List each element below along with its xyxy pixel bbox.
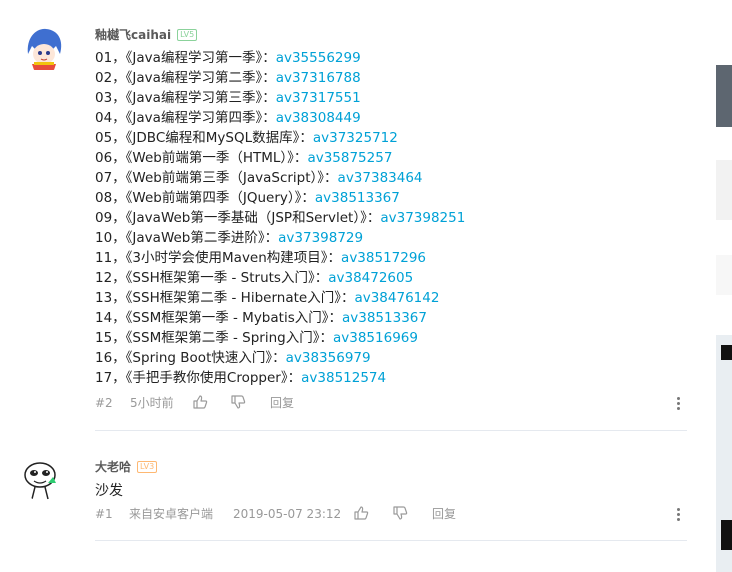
comment-line-text: 05，《JDBC编程和MySQL数据库》： <box>95 130 313 146</box>
comment-line: 11，《3小时学会使用Maven构建项目》：av38517296 <box>95 248 465 268</box>
comment-line: 14，《SSM框架第一季 - Mybatis入门》：av38513367 <box>95 308 465 328</box>
avatar[interactable] <box>20 24 68 72</box>
comment-line-text: 01，《Java编程学习第一季》： <box>95 50 276 66</box>
comment-info: #2 5小时前 回复 <box>95 395 695 411</box>
comment-line-text: 10，《JavaWeb第二季进阶》： <box>95 230 279 246</box>
comment-line-text: 11，《3小时学会使用Maven构建项目》： <box>95 250 342 266</box>
reply-button[interactable]: 回复 <box>270 395 294 411</box>
comment-line-text: 14，《SSM框架第一季 - Mybatis入门》： <box>95 310 342 326</box>
comment-line: 01，《Java编程学习第一季》：av35556299 <box>95 48 465 68</box>
comment-time: 5小时前 <box>130 396 174 410</box>
comment-line: 15，《SSM框架第二季 - Spring入门》：av38516969 <box>95 328 465 348</box>
comment-line: 17，《手把手教你使用Cropper》：av38512574 <box>95 368 465 388</box>
video-link[interactable]: av38516969 <box>333 330 418 346</box>
comment-line-text: 07，《Web前端第三季（JavaScript）》： <box>95 170 338 186</box>
username[interactable]: 大老哈 LV3 <box>95 458 158 475</box>
video-link[interactable]: av37398251 <box>380 210 465 226</box>
sidebar-video-dark <box>721 345 732 360</box>
comment-line: 09，《JavaWeb第一季基础（JSP和Servlet）》：av3739825… <box>95 208 465 228</box>
comment-line: 10，《JavaWeb第二季进阶》：av37398729 <box>95 228 465 248</box>
comment-line: 12，《SSH框架第一季 - Struts入门》：av38472605 <box>95 268 465 288</box>
floor-number: #2 <box>95 396 113 410</box>
video-link[interactable]: av37325712 <box>313 130 398 146</box>
reply-button[interactable]: 回复 <box>432 506 456 522</box>
comment-line: 04，《Java编程学习第四季》：av38308449 <box>95 108 465 128</box>
divider <box>95 430 687 431</box>
comment-line-text: 17，《手把手教你使用Cropper》： <box>95 370 302 386</box>
video-link[interactable]: av38308449 <box>276 110 361 126</box>
comment-line-text: 03，《Java编程学习第三季》： <box>95 90 276 106</box>
comment-info: #1 来自安卓客户端 2019-05-07 23:12 回复 <box>95 506 695 522</box>
floor-number: #1 <box>95 507 113 521</box>
comment-line-text: 16，《Spring Boot快速入门》： <box>95 350 286 366</box>
video-link[interactable]: av38472605 <box>328 270 413 286</box>
video-link[interactable]: av35556299 <box>276 50 361 66</box>
video-link[interactable]: av37317551 <box>276 90 361 106</box>
video-link[interactable]: av38517296 <box>341 250 426 266</box>
thumbs-up-icon[interactable] <box>192 394 208 410</box>
comment-text: 沙发 <box>95 483 123 499</box>
video-link[interactable]: av37398729 <box>278 230 363 246</box>
username-text[interactable]: 釉樾飞caihai <box>95 26 171 43</box>
thumbs-up-icon[interactable] <box>353 505 369 521</box>
comment-line: 05，《JDBC编程和MySQL数据库》：av37325712 <box>95 128 465 148</box>
thumbs-down-icon[interactable] <box>230 394 246 410</box>
video-link[interactable]: av38513367 <box>342 310 427 326</box>
video-link[interactable]: av38512574 <box>301 370 386 386</box>
comment-line-text: 04，《Java编程学习第四季》： <box>95 110 276 126</box>
comment-line: 13，《SSH框架第二季 - Hibernate入门》：av38476142 <box>95 288 465 308</box>
username-text[interactable]: 大老哈 <box>95 458 131 475</box>
more-vertical-icon[interactable] <box>672 506 684 522</box>
video-link[interactable]: av37383464 <box>338 170 423 186</box>
sidebar-thumbnail[interactable] <box>716 160 732 220</box>
comment-line-text: 13，《SSH框架第二季 - Hibernate入门》： <box>95 290 355 306</box>
comment-line: 06，《Web前端第一季（HTML）》：av35875257 <box>95 148 465 168</box>
right-sidebar <box>716 0 732 572</box>
divider <box>95 540 687 541</box>
comment-line-text: 06，《Web前端第一季（HTML）》： <box>95 150 308 166</box>
video-link[interactable]: av37316788 <box>276 70 361 86</box>
thumbs-down-icon[interactable] <box>392 505 408 521</box>
comment-line: 02，《Java编程学习第二季》：av37316788 <box>95 68 465 88</box>
more-vertical-icon[interactable] <box>672 395 684 411</box>
comment-line: 16，《Spring Boot快速入门》：av38356979 <box>95 348 465 368</box>
video-link[interactable]: av38513367 <box>315 190 400 206</box>
comment-item: 釉樾飞caihai LV5 01，《Java编程学习第一季》：av3555629… <box>0 0 716 432</box>
video-link[interactable]: av35875257 <box>307 150 392 166</box>
sidebar-thumbnail[interactable] <box>716 65 732 127</box>
comment-text: 01，《Java编程学习第一季》：av35556299 02，《Java编程学习第… <box>95 48 465 388</box>
sidebar-video-dark <box>721 520 732 550</box>
comment-line-text: 15，《SSM框架第二季 - Spring入门》： <box>95 330 333 346</box>
comment-source: 来自安卓客户端 <box>129 507 214 521</box>
comment-line-text: 02，《Java编程学习第二季》： <box>95 70 276 86</box>
sidebar-thumbnail[interactable] <box>716 255 732 295</box>
level-badge: LV5 <box>177 28 198 41</box>
comment-line: 08，《Web前端第四季（JQuery）》：av38513367 <box>95 188 465 208</box>
comment-line: 07，《Web前端第三季（JavaScript）》：av37383464 <box>95 168 465 188</box>
username[interactable]: 釉樾飞caihai LV5 <box>95 26 198 43</box>
comment-item: 大老哈 LV3 沙发 #1 来自安卓客户端 2019-05-07 23:12 回… <box>0 432 716 544</box>
comment-line-text: 08，《Web前端第四季（JQuery）》： <box>95 190 315 206</box>
video-link[interactable]: av38356979 <box>286 350 371 366</box>
level-badge: LV3 <box>137 460 158 473</box>
comment-line-text: 12，《SSH框架第一季 - Struts入门》： <box>95 270 329 286</box>
video-link[interactable]: av38476142 <box>354 290 439 306</box>
comment-line-text: 09，《JavaWeb第一季基础（JSP和Servlet）》： <box>95 210 381 226</box>
comment-time: 2019-05-07 23:12 <box>233 507 342 521</box>
avatar[interactable] <box>20 457 64 501</box>
comment-line: 03，《Java编程学习第三季》：av37317551 <box>95 88 465 108</box>
